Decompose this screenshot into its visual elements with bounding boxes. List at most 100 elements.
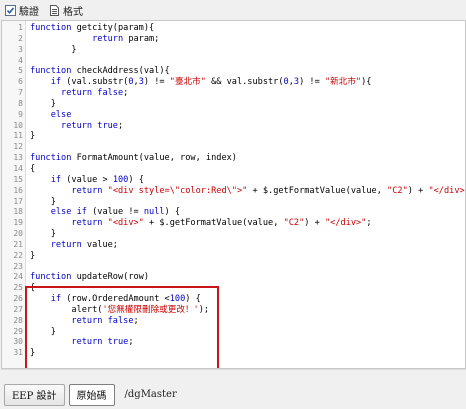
code-line: 26 if (row.OrderedAmount <100) { xyxy=(2,294,465,305)
line-source: } xyxy=(30,251,35,262)
line-number: 7 xyxy=(18,88,23,98)
code-token: "新北市" xyxy=(324,77,362,88)
code-line: 10 return true; xyxy=(2,121,465,132)
code-token: return xyxy=(71,185,103,196)
code-token: return xyxy=(92,33,124,44)
line-number: 5 xyxy=(18,66,23,76)
line-number: 12 xyxy=(13,142,23,152)
code-line: 6 if (val.substr(0,3) != "臺北市" && val.su… xyxy=(2,77,465,88)
line-source: return "<div style=\"color:Red\">" + $.g… xyxy=(30,185,465,197)
code-line: 30 return true; xyxy=(2,337,465,348)
line-source: { xyxy=(30,283,35,294)
code-line: 24 function updateRow(row) xyxy=(2,272,465,283)
code-token: alert( xyxy=(30,304,103,315)
line-number: 11 xyxy=(13,131,23,141)
line-source: if (row.OrderedAmount <100) { xyxy=(30,294,201,305)
code-editor[interactable]: 1 function getcity(param){2 return param;… xyxy=(1,20,466,369)
code-token: + $.getFormatValue(value, xyxy=(247,185,388,196)
view-tab-bar: EEP 設計 原始碼 /dgMaster xyxy=(0,380,466,409)
tab-source-code[interactable]: 原始碼 xyxy=(68,383,115,406)
code-token: ){ xyxy=(361,77,372,88)
line-source: { xyxy=(30,164,35,175)
line-number: 25 xyxy=(13,283,23,293)
code-line: 25 { xyxy=(2,283,465,294)
code-token: return false xyxy=(71,315,134,326)
code-token: } xyxy=(30,44,77,55)
validate-button[interactable]: 驗證 xyxy=(2,2,42,18)
code-token: return xyxy=(71,218,103,229)
line-source: function FormatAmount(value, row, index) xyxy=(30,153,237,164)
code-line: 17 } xyxy=(2,197,465,208)
line-number: 28 xyxy=(13,315,23,325)
line-source: return false; xyxy=(30,88,128,99)
line-number: 9 xyxy=(18,109,23,119)
code-token: if xyxy=(50,77,62,88)
code-token: "</div>" xyxy=(324,218,367,229)
line-number: 15 xyxy=(13,174,23,184)
code-token: (value != xyxy=(86,207,144,218)
code-line: 3 } xyxy=(2,45,465,56)
code-lines: 1 function getcity(param){2 return param;… xyxy=(2,23,465,359)
code-token: if xyxy=(50,174,62,185)
line-number: 3 xyxy=(18,44,23,54)
code-token: checkAddress(val){ xyxy=(76,66,170,77)
code-token: ) != xyxy=(143,77,170,88)
code-token: else xyxy=(50,109,72,120)
line-source: } xyxy=(30,229,56,240)
code-token: null xyxy=(143,207,165,218)
line-number: 6 xyxy=(18,77,23,87)
code-line: 1 function getcity(param){ xyxy=(2,23,465,34)
code-line: 31} xyxy=(2,348,465,359)
line-source: } xyxy=(30,327,56,338)
line-source: } xyxy=(30,131,35,142)
code-line: 22} xyxy=(2,251,465,262)
code-token: ; xyxy=(123,88,129,99)
code-token: } xyxy=(30,98,56,109)
code-line: 8 } xyxy=(2,99,465,110)
code-token: 100 xyxy=(112,174,129,185)
code-token: function xyxy=(30,153,77,164)
code-line: 14 { xyxy=(2,164,465,175)
line-number: 13 xyxy=(13,153,23,163)
code-line: 29 } xyxy=(2,327,465,338)
code-line: 21 return value; xyxy=(2,240,465,251)
code-line: 9 else xyxy=(2,110,465,121)
line-number: 16 xyxy=(13,185,23,195)
code-token: ; xyxy=(128,337,134,348)
line-source: if (val.substr(0,3) != "臺北市" && val.subs… xyxy=(30,77,372,88)
horizontal-scrollbar[interactable] xyxy=(1,369,466,378)
code-token: } xyxy=(30,250,36,261)
code-line: 11} xyxy=(2,131,465,142)
code-token: FormatAmount(value, row, index) xyxy=(76,153,237,164)
code-token: ) + xyxy=(304,218,325,229)
code-token: ) { xyxy=(164,207,181,218)
line-source: return "<div>" + $.getFormatValue(value,… xyxy=(30,218,372,229)
line-number: 17 xyxy=(13,196,23,206)
code-line: 27 alert('您無權限刪除或更改！'); xyxy=(2,305,465,316)
code-token: ; xyxy=(366,218,372,229)
code-line: 2 return param; xyxy=(2,34,465,45)
code-token: "臺北市" xyxy=(169,77,206,88)
code-token: ) { xyxy=(185,294,201,305)
tab-eep-design[interactable]: EEP 設計 xyxy=(4,383,65,406)
line-number: 24 xyxy=(13,272,23,282)
line-source: return value; xyxy=(30,240,118,251)
code-token: ; xyxy=(117,120,124,131)
code-token: return false xyxy=(61,88,124,99)
code-line: 4 xyxy=(2,56,465,67)
code-token: } xyxy=(30,348,36,359)
line-source: if (value > 100) { xyxy=(30,175,144,186)
code-token: (val.substr( xyxy=(61,77,129,88)
format-button[interactable]: 格式 xyxy=(46,2,86,18)
code-line: 18 else if (value != null) { xyxy=(2,207,465,218)
code-token: getcity(param){ xyxy=(76,23,155,33)
code-token: ; xyxy=(133,315,139,326)
